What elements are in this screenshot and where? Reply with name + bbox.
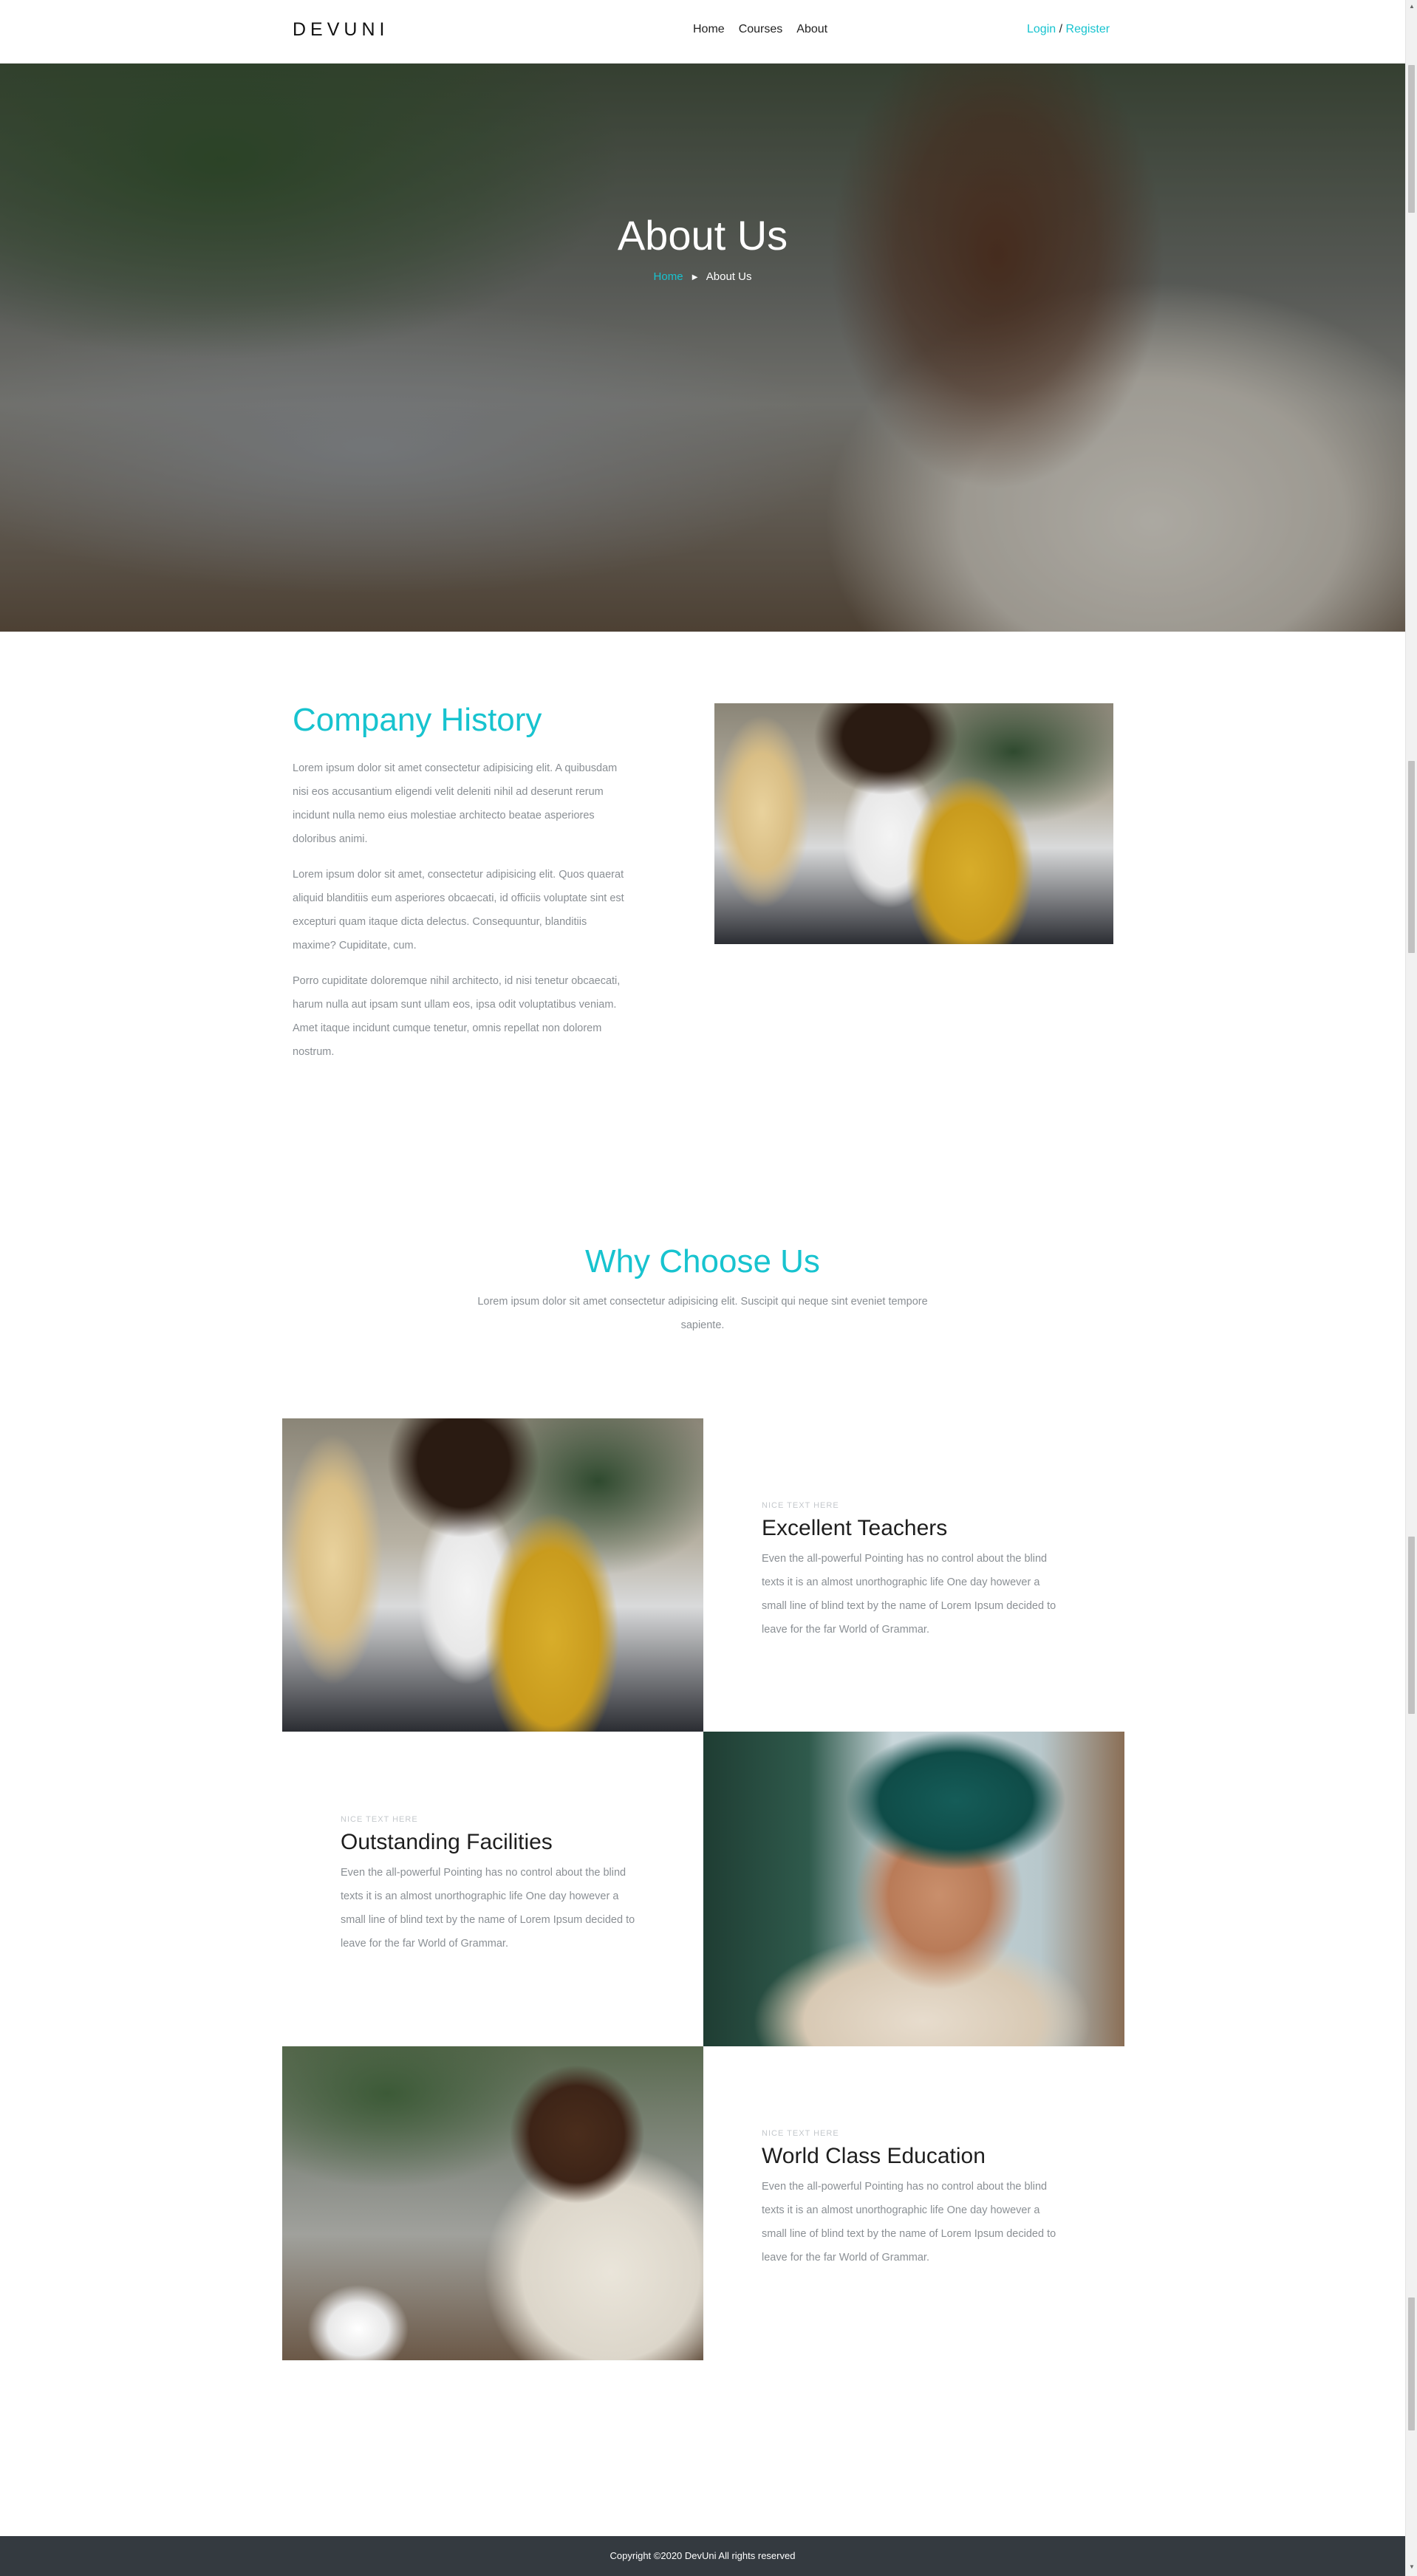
breadcrumb-arrow-icon: ▶ [692,273,698,281]
feature-image-education [282,2046,703,2360]
brand-logo[interactable]: DEVUNI [293,19,389,41]
breadcrumb-current: About Us [706,270,752,283]
auth-links: Login / Register [1027,23,1110,36]
feature-kicker: NICE TEXT HERE [341,1815,418,1824]
feature-excellent-teachers: NICE TEXT HERE Excellent Teachers Even t… [762,1501,1057,1641]
main-nav: Home Courses About [693,23,827,36]
company-history-title: Company History [293,702,542,738]
login-link[interactable]: Login [1027,23,1056,35]
why-choose-us-title: Why Choose Us [585,1243,820,1280]
feature-kicker: NICE TEXT HERE [762,2129,839,2138]
history-paragraph-1: Lorem ipsum dolor sit amet consectetur a… [293,762,618,845]
scroll-thumb-tertiary[interactable] [1408,1537,1415,1714]
auth-separator: / [1059,23,1063,35]
scroll-thumb[interactable] [1408,65,1415,213]
breadcrumb: Home ▶ About Us [0,270,1405,283]
feature-text: Even the all-powerful Pointing has no co… [341,1867,635,1950]
feature-world-class-education: NICE TEXT HERE World Class Education Eve… [762,2129,1057,2269]
scroll-down-arrow-icon[interactable]: ▼ [1409,2563,1415,2570]
nav-link-courses[interactable]: Courses [739,23,783,36]
why-choose-us-subtitle: Lorem ipsum dolor sit amet consectetur a… [477,1296,928,1331]
page-title: About Us [617,212,788,259]
navbar: DEVUNI Home Courses About Login / Regist… [0,0,1405,64]
history-paragraph-2: Lorem ipsum dolor sit amet, consectetur … [293,869,624,952]
scroll-thumb-quaternary[interactable] [1408,2297,1415,2430]
hero-overlay [0,64,1405,632]
feature-title: World Class Education [762,2144,986,2168]
feature-kicker: NICE TEXT HERE [762,1501,839,1510]
copyright-text: Copyright ©2020 DevUni All rights reserv… [610,2550,796,2561]
feature-title: Outstanding Facilities [341,1830,553,1854]
company-history-image [714,703,1113,944]
scroll-thumb-secondary[interactable] [1408,761,1415,953]
nav-link-home[interactable]: Home [693,23,725,36]
register-link[interactable]: Register [1066,23,1110,35]
feature-outstanding-facilities: NICE TEXT HERE Outstanding Facilities Ev… [341,1815,636,1955]
feature-image-teachers [282,1418,703,1732]
footer: Copyright ©2020 DevUni All rights reserv… [0,2536,1405,2576]
scroll-up-arrow-icon[interactable]: ▲ [1409,3,1415,10]
feature-text: Even the all-powerful Pointing has no co… [762,1553,1056,1636]
feature-text: Even the all-powerful Pointing has no co… [762,2181,1056,2264]
feature-image-facilities [703,1732,1124,2046]
breadcrumb-home-link[interactable]: Home [654,270,683,283]
hero-banner: About Us Home ▶ About Us [0,64,1405,632]
history-paragraph-3: Porro cupiditate doloremque nihil archit… [293,975,621,1058]
page-scrollbar[interactable]: ▲ ▼ [1405,0,1417,2576]
nav-link-about[interactable]: About [796,23,827,36]
feature-title: Excellent Teachers [762,1516,948,1540]
